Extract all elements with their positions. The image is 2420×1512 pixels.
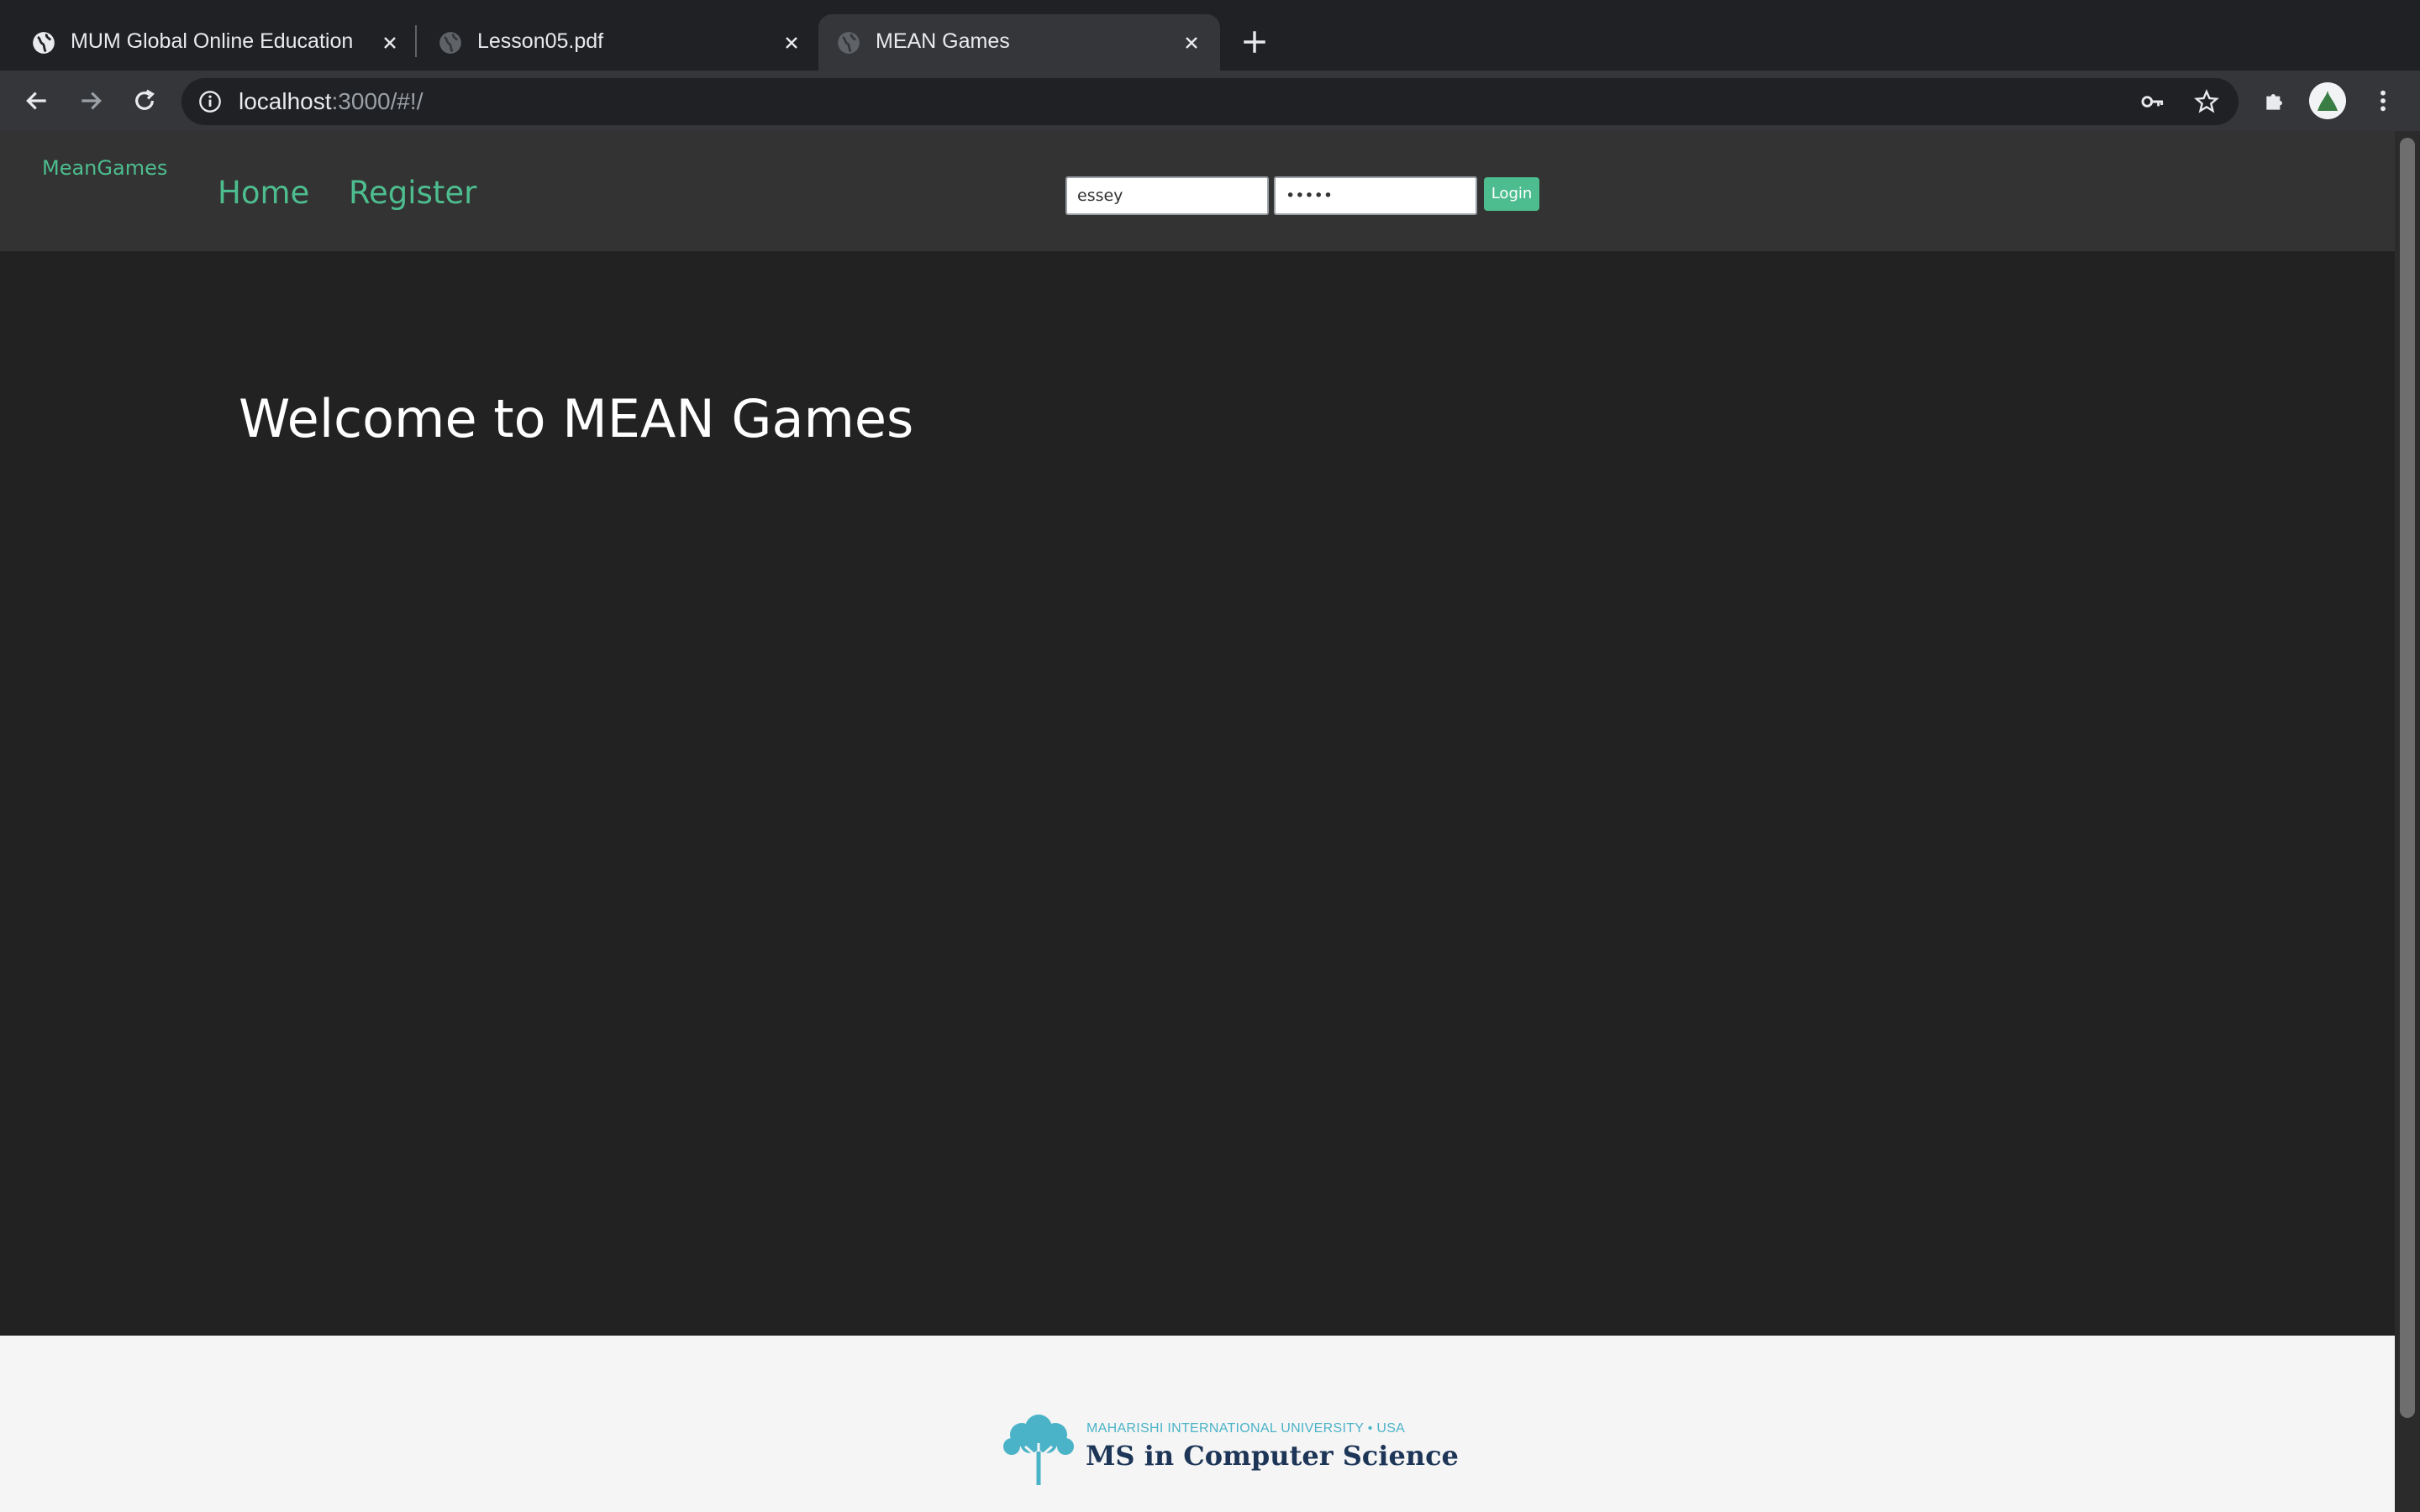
url-path: :3000/#!/ [331, 88, 424, 114]
tab-lesson05[interactable]: Lesson05.pdf [420, 14, 815, 71]
puzzle-extensions-icon[interactable] [2262, 87, 2289, 114]
nav-register-link[interactable]: Register [349, 175, 476, 211]
program-name: MS in Computer Science [1086, 1440, 1459, 1472]
globe-icon [439, 32, 461, 54]
scrollbar-thumb[interactable] [2400, 138, 2415, 1418]
tab-title: Lesson05.pdf [477, 29, 604, 53]
forward-arrow-icon[interactable] [77, 87, 104, 114]
close-icon[interactable] [1181, 33, 1202, 53]
kebab-menu-icon[interactable] [2370, 87, 2396, 114]
brand-link[interactable]: MeanGames [42, 156, 167, 180]
url-host: localhost [239, 88, 332, 114]
address-bar[interactable]: localhost:3000/#!/ [182, 78, 2238, 125]
back-arrow-icon[interactable] [24, 87, 50, 114]
star-icon[interactable] [2193, 88, 2220, 115]
university-name: MAHARISHI INTERNATIONAL UNIVERSITY • USA [1086, 1421, 1406, 1436]
login-button[interactable]: Login [1484, 177, 1539, 211]
page-title: Welcome to MEAN Games [239, 388, 914, 449]
page-scrollbar[interactable] [2395, 131, 2420, 1512]
site-navbar: MeanGames Home Register essey ••••• Logi… [0, 131, 2395, 251]
tab-title: MEAN Games [876, 29, 1010, 53]
info-icon[interactable] [198, 90, 222, 113]
tab-separator [415, 25, 417, 57]
reload-icon[interactable] [131, 87, 158, 114]
url-text: localhost:3000/#!/ [239, 78, 424, 125]
browser-toolbar: localhost:3000/#!/ [0, 71, 2420, 131]
tree-logo-icon [1003, 1415, 1074, 1485]
tab-mean-games[interactable]: MEAN Games [818, 14, 1220, 71]
avatar[interactable] [2309, 82, 2346, 119]
close-icon[interactable] [380, 33, 400, 53]
browser-tab-strip: MUM Global Online Education Lesson05.pdf… [0, 0, 2420, 71]
key-icon[interactable] [2139, 88, 2166, 115]
username-input[interactable]: essey [1065, 176, 1269, 215]
globe-icon [33, 32, 55, 54]
page-footer: MAHARISHI INTERNATIONAL UNIVERSITY • USA… [0, 1336, 2395, 1512]
page-viewport: MeanGames Home Register essey ••••• Logi… [0, 131, 2395, 1512]
tab-mum-global[interactable]: MUM Global Online Education [13, 14, 413, 71]
university-logo: MAHARISHI INTERNATIONAL UNIVERSITY • USA… [997, 1410, 1459, 1502]
avatar-image [2309, 82, 2346, 119]
tab-title: MUM Global Online Education [71, 29, 354, 53]
password-input[interactable]: ••••• [1274, 176, 1477, 215]
new-tab-plus-icon[interactable] [1240, 28, 1269, 56]
nav-home-link[interactable]: Home [218, 175, 309, 211]
globe-icon [838, 32, 860, 54]
close-icon[interactable] [781, 33, 802, 53]
